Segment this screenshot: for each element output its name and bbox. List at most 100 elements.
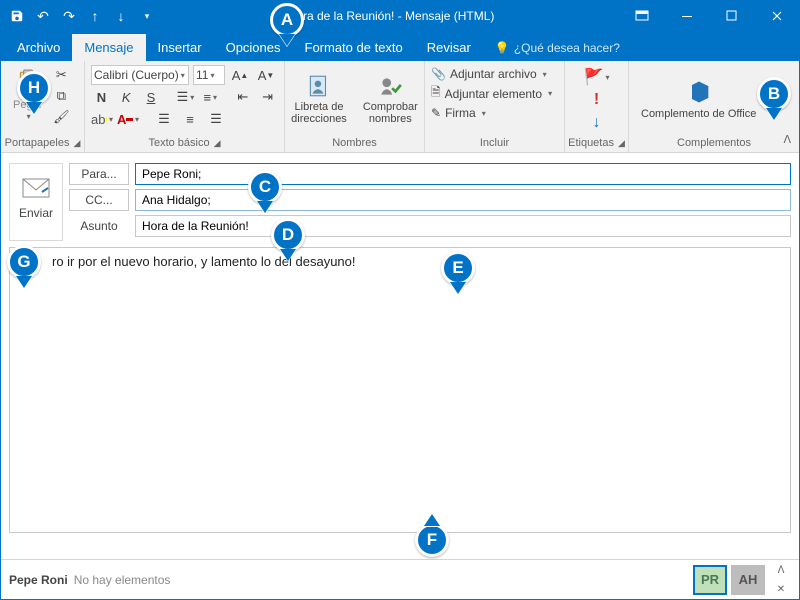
- group-include: 📎Adjuntar archivo▾ 🗎Adjuntar elemento▾ ✎…: [425, 61, 565, 152]
- contact-name: Pepe Roni: [9, 573, 68, 587]
- check-names-button[interactable]: Comprobar nombres: [357, 73, 424, 125]
- address-book-label: Libreta de direcciones: [291, 101, 347, 125]
- office-addin-button[interactable]: Complemento de Office: [635, 78, 762, 120]
- paste-button[interactable]: Pegar ▾: [7, 63, 48, 135]
- contact-chip-ah[interactable]: AH: [731, 565, 765, 595]
- body-text: ro ir por el nuevo horario, y lamento lo…: [52, 254, 356, 269]
- dialog-launcher-icon[interactable]: ◢: [73, 138, 80, 149]
- office-addin-label: Complemento de Office: [641, 108, 756, 120]
- tab-insertar[interactable]: Insertar: [146, 34, 214, 61]
- high-importance-icon[interactable]: !: [586, 90, 608, 110]
- lightbulb-icon: 💡: [495, 41, 510, 55]
- save-icon[interactable]: [9, 8, 25, 24]
- tell-me[interactable]: 💡 ¿Qué desea hacer?: [483, 35, 632, 61]
- shrink-font-icon[interactable]: A▼: [255, 65, 277, 85]
- group-tags-label: Etiquetas: [568, 137, 614, 149]
- group-addins: Complemento de Office Complementos: [629, 61, 799, 152]
- tab-mensaje[interactable]: Mensaje: [72, 34, 145, 61]
- font-family-select[interactable]: Calibri (Cuerpo)▾: [91, 65, 189, 85]
- down-icon[interactable]: ↓: [113, 8, 129, 24]
- to-button[interactable]: Para...: [69, 163, 129, 185]
- subject-label: Asunto: [69, 219, 129, 233]
- group-addins-label: Complementos: [677, 137, 751, 149]
- message-body[interactable]: ro ir por el nuevo horario, y lamento lo…: [9, 247, 791, 533]
- title-bar: ↶ ↷ ↑ ↓ ▾ Hora de la Reunión! - Mensaje …: [1, 1, 799, 31]
- group-font: Calibri (Cuerpo)▾ 11▾ A▲ A▼ N K S ☰▾ ≡▾ …: [85, 61, 285, 152]
- italic-button[interactable]: K: [116, 87, 137, 107]
- tab-archivo[interactable]: Archivo: [5, 34, 72, 61]
- people-pane-controls: ᐱ ✕: [771, 565, 791, 595]
- tab-opciones[interactable]: Opciones: [214, 34, 293, 61]
- align-left-icon[interactable]: ☰: [153, 109, 175, 129]
- attach-file-button[interactable]: 📎Adjuntar archivo▾: [431, 67, 558, 81]
- indent-icon[interactable]: ⇥: [257, 87, 278, 107]
- attach-item-button[interactable]: 🗎Adjuntar elemento▾: [431, 83, 558, 104]
- qat-more-icon[interactable]: ▾: [139, 8, 155, 24]
- bold-button[interactable]: N: [91, 87, 112, 107]
- cc-field[interactable]: [135, 189, 791, 211]
- signature-label: Firma: [445, 106, 476, 120]
- group-font-label: Texto básico: [148, 137, 209, 149]
- copy-icon[interactable]: ⧉: [50, 86, 72, 106]
- compose-header: Enviar Para... CC... Asunto: [1, 153, 799, 241]
- people-pane: Pepe Roni No hay elementos PR AH ᐱ ✕: [1, 559, 799, 599]
- font-size-value: 11: [196, 68, 208, 82]
- group-tags: 🚩▾ ! ↓ Etiquetas ◢: [565, 61, 629, 152]
- dialog-launcher-icon[interactable]: ◢: [618, 138, 625, 149]
- attach-item-label: Adjuntar elemento: [445, 87, 542, 101]
- group-names-label: Nombres: [332, 137, 377, 149]
- tab-formato[interactable]: Formato de texto: [293, 34, 415, 61]
- contact-chip-pr[interactable]: PR: [693, 565, 727, 595]
- send-label: Enviar: [19, 206, 53, 220]
- contact-status: No hay elementos: [74, 573, 171, 587]
- up-icon[interactable]: ↑: [87, 8, 103, 24]
- attach-file-label: Adjuntar archivo: [450, 67, 537, 81]
- minimize-icon[interactable]: [664, 1, 709, 31]
- cc-button[interactable]: CC...: [69, 189, 129, 211]
- undo-icon[interactable]: ↶: [35, 8, 51, 24]
- to-field[interactable]: [135, 163, 791, 185]
- attach-item-icon: 🗎: [431, 83, 441, 104]
- tell-me-label: ¿Qué desea hacer?: [514, 41, 620, 55]
- outdent-icon[interactable]: ⇤: [232, 87, 253, 107]
- close-pane-icon[interactable]: ✕: [777, 584, 785, 595]
- address-book-button[interactable]: Libreta de direcciones: [285, 73, 353, 125]
- window-buttons: [619, 1, 799, 31]
- group-include-label: Incluir: [480, 137, 509, 149]
- window-title: Hora de la Reunión! - Mensaje (HTML): [163, 9, 619, 23]
- align-center-icon[interactable]: ≡: [179, 109, 201, 129]
- ribbon-tabs: Archivo Mensaje Insertar Opciones Format…: [1, 31, 799, 61]
- group-names: Libreta de direcciones Comprobar nombres…: [285, 61, 425, 152]
- numbering-icon[interactable]: ≡▾: [200, 87, 221, 107]
- signature-button[interactable]: ✎Firma▾: [431, 106, 558, 120]
- font-size-select[interactable]: 11▾: [193, 65, 225, 85]
- send-button[interactable]: Enviar: [9, 163, 63, 241]
- cut-icon[interactable]: ✂: [50, 65, 72, 85]
- redo-icon[interactable]: ↷: [61, 8, 77, 24]
- close-icon[interactable]: [754, 1, 799, 31]
- group-clipboard: Pegar ▾ ✂ ⧉ 🖌 Portapapeles◢: [1, 61, 85, 152]
- subject-field[interactable]: [135, 215, 791, 237]
- low-importance-icon[interactable]: ↓: [586, 113, 608, 133]
- bullets-icon[interactable]: ☰▾: [175, 87, 196, 107]
- check-names-label: Comprobar nombres: [363, 101, 418, 125]
- dialog-launcher-icon[interactable]: ◢: [214, 138, 221, 149]
- expand-icon[interactable]: ᐱ: [778, 565, 785, 576]
- tab-revisar[interactable]: Revisar: [415, 34, 483, 61]
- flag-icon[interactable]: 🚩▾: [586, 67, 608, 87]
- paste-label: Pegar: [13, 99, 42, 111]
- paperclip-icon: 📎: [431, 67, 446, 81]
- maximize-icon[interactable]: [709, 1, 754, 31]
- ribbon-display-icon[interactable]: [619, 1, 664, 31]
- group-clipboard-label: Portapapeles: [5, 137, 70, 149]
- align-right-icon[interactable]: ☰: [205, 109, 227, 129]
- font-color-icon[interactable]: A▾: [117, 109, 139, 129]
- collapse-ribbon-icon[interactable]: ᐱ: [783, 133, 791, 146]
- signature-icon: ✎: [431, 106, 441, 120]
- format-painter-icon[interactable]: 🖌: [50, 107, 72, 127]
- highlight-icon[interactable]: ab▾: [91, 109, 113, 129]
- underline-button[interactable]: S: [141, 87, 162, 107]
- font-family-value: Calibri (Cuerpo): [94, 68, 179, 82]
- quick-access-toolbar: ↶ ↷ ↑ ↓ ▾: [1, 8, 163, 24]
- grow-font-icon[interactable]: A▲: [229, 65, 251, 85]
